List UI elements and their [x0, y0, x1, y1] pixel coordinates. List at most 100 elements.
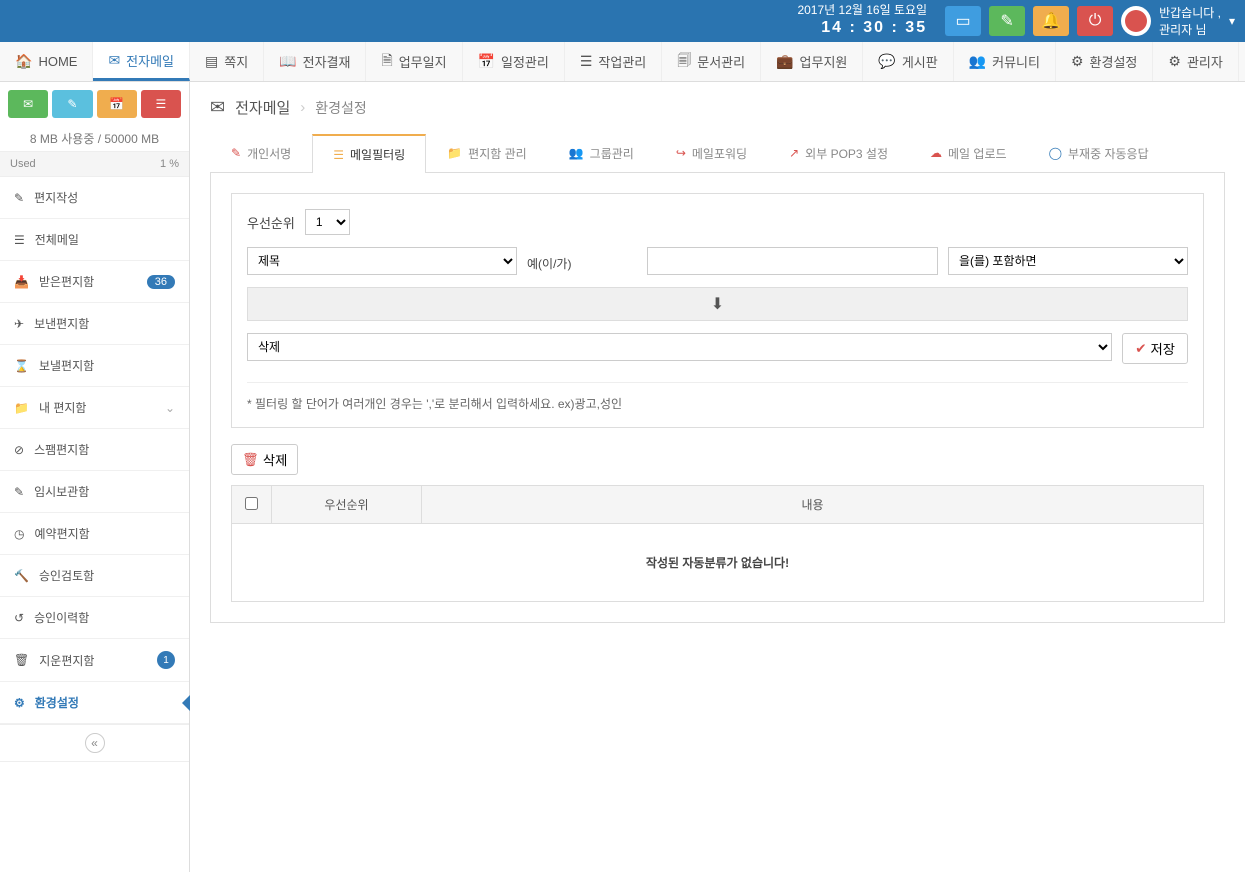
sidebar-collapse: « — [0, 724, 189, 762]
group-icon: 👥 — [569, 146, 584, 160]
breadcrumb: ✉ 전자메일 › 환경설정 — [210, 97, 1225, 118]
nav-community[interactable]: 👥커뮤니티 — [954, 42, 1056, 81]
tab-signature[interactable]: ✎개인서명 — [210, 133, 312, 172]
crumb-sub: 환경설정 — [315, 98, 367, 118]
nav-task[interactable]: ☰작업관리 — [565, 42, 662, 81]
sb-approval-history[interactable]: ↺승인이력함 — [0, 597, 189, 639]
trash-badge: 1 — [157, 651, 175, 669]
sb-reserved[interactable]: ◷예약편지함 — [0, 513, 189, 555]
tab-filter[interactable]: ☰메일필터링 — [312, 134, 426, 173]
sb-trash[interactable]: 🗑지운편지함1 — [0, 639, 189, 682]
id-card-button[interactable]: ▭ — [945, 6, 981, 36]
top-nav: 🏠HOME ✉전자메일 ▤쪽지 📖전자결재 🗎업무일지 📅일정관리 ☰작업관리 … — [0, 42, 1245, 82]
users-icon: 👥 — [969, 53, 986, 70]
cloud-icon: ☁ — [930, 146, 942, 160]
stack-icon: ☰ — [14, 233, 25, 247]
sb-spam[interactable]: ⊘스팸편지함 — [0, 429, 189, 471]
keyword-input[interactable] — [647, 247, 938, 275]
filter-icon: ☰ — [333, 148, 344, 162]
docs-icon: 🗐 — [677, 50, 691, 74]
doc-icon: 🗎 — [381, 50, 392, 74]
nav-board[interactable]: 💬게시판 — [863, 42, 953, 81]
nav-admin[interactable]: ⚙관리자 — [1153, 42, 1238, 81]
inbox-icon: 📥 — [14, 275, 29, 289]
arrow-down-bar: ⬇ — [247, 287, 1188, 321]
nav-worklog[interactable]: 🗎업무일지 — [366, 42, 462, 81]
nav-email[interactable]: ✉전자메일 — [93, 42, 190, 81]
gavel-icon: 🔨 — [14, 569, 29, 583]
tab-group[interactable]: 👥그룹관리 — [548, 133, 655, 172]
header-bar: 2017년 12월 16일 토요일 14 : 30 : 35 ▭ ✎ 🔔 ⏻ 반… — [0, 0, 1245, 42]
main-content: ✉ 전자메일 › 환경설정 ✎개인서명 ☰메일필터링 📁편지함 관리 👥그룹관리… — [190, 82, 1245, 872]
sidebar-actions: ✉ ✎ 📅 ☰ — [0, 82, 189, 126]
bell-button[interactable]: 🔔 — [1033, 6, 1069, 36]
nav-settings[interactable]: ⚙환경설정 — [1056, 42, 1153, 81]
select-all-checkbox[interactable] — [245, 497, 258, 510]
header-time: 14 : 30 : 35 — [797, 18, 927, 39]
tab-mailbox[interactable]: 📁편지함 관리 — [426, 133, 548, 172]
user-dropdown[interactable]: 반갑습니다 , 관리자 님 ▾ — [1121, 4, 1235, 38]
nav-home[interactable]: 🏠HOME — [0, 42, 93, 81]
nav-document[interactable]: 🗐문서관리 — [662, 42, 761, 81]
sb-approval-review[interactable]: 🔨승인검토함 — [0, 555, 189, 597]
sb-sent[interactable]: ✈보낸편지함 — [0, 303, 189, 345]
draft-icon: ✎ — [14, 485, 24, 499]
sidebar-menu: ✎편지작성 ☰전체메일 📥받은편지함36 ✈보낸편지함 ⌛보낼편지함 📁내 편지… — [0, 177, 189, 724]
briefcase-icon: 💼 — [776, 53, 793, 70]
compose-button[interactable]: ✉ — [8, 90, 48, 118]
collapse-button[interactable]: « — [85, 733, 105, 753]
priority-label: 우선순위 — [247, 213, 295, 232]
edit-button[interactable]: ✎ — [989, 6, 1025, 36]
sb-mymail[interactable]: 📁내 편지함⌄ — [0, 387, 189, 429]
tab-away[interactable]: ◯부재중 자동응답 — [1028, 133, 1170, 172]
sb-outbox[interactable]: ⌛보낼편지함 — [0, 345, 189, 387]
priority-select[interactable]: 1 — [305, 209, 350, 235]
filter-table: 우선순위 내용 작성된 자동분류가 없습니다! — [231, 485, 1204, 602]
filter-note: * 필터링 할 단어가 여러개인 경우는 ','로 분리해서 입력하세요. ex… — [247, 382, 1188, 412]
calendar-button[interactable]: 📅 — [97, 90, 137, 118]
external-icon: ↗ — [789, 146, 799, 160]
sidebar: ✉ ✎ 📅 ☰ 8 MB 사용중 / 50000 MB Used 1 % ✎편지… — [0, 82, 190, 872]
tab-upload[interactable]: ☁메일 업로드 — [909, 133, 1028, 172]
delete-button[interactable]: 🗑 삭제 — [231, 444, 298, 475]
send-icon: ✈ — [14, 317, 24, 331]
save-button[interactable]: ✔ 저장 — [1122, 333, 1188, 364]
usage-bar: Used 1 % — [0, 152, 189, 177]
inbox-badge: 36 — [147, 275, 175, 289]
mail-large-icon: ✉ — [210, 97, 225, 118]
action-row: 삭제 ✔ 저장 — [247, 333, 1188, 364]
edit-mail-button[interactable]: ✎ — [52, 90, 92, 118]
edit-icon: ✎ — [231, 146, 241, 160]
storage-button[interactable]: ☰ — [141, 90, 181, 118]
th-content: 내용 — [422, 486, 1204, 524]
user-greeting: 반갑습니다 , 관리자 님 — [1159, 4, 1221, 38]
sb-settings[interactable]: ⚙환경설정 — [0, 682, 189, 724]
cog-icon: ⚙ — [1168, 53, 1181, 70]
mail-icon: ✉ — [108, 52, 120, 69]
nav-approval[interactable]: 📖전자결재 — [264, 42, 366, 81]
nav-message[interactable]: ▤쪽지 — [190, 42, 264, 81]
compose-icon: ✎ — [14, 191, 24, 205]
action-select[interactable]: 삭제 — [247, 333, 1112, 361]
tab-forward[interactable]: ↪메일포워딩 — [655, 133, 768, 172]
nav-schedule[interactable]: 📅일정관리 — [463, 42, 565, 81]
tab-pop3[interactable]: ↗외부 POP3 설정 — [768, 133, 909, 172]
nav-support[interactable]: 💼업무지원 — [761, 42, 863, 81]
settings-tabs: ✎개인서명 ☰메일필터링 📁편지함 관리 👥그룹관리 ↪메일포워딩 ↗외부 PO… — [210, 133, 1225, 173]
field-select[interactable]: 제목 — [247, 247, 517, 275]
clock-icon: ◷ — [14, 527, 24, 541]
trash-icon: 🗑 — [14, 653, 29, 667]
power-button[interactable]: ⏻ — [1077, 6, 1113, 36]
sb-inbox[interactable]: 📥받은편지함36 — [0, 261, 189, 303]
condition-row: 제목 예(이/가) 을(를) 포함하면 — [247, 247, 1188, 275]
sb-draft[interactable]: ✎임시보관함 — [0, 471, 189, 513]
sb-allmail[interactable]: ☰전체메일 — [0, 219, 189, 261]
chat-icon: 💬 — [878, 53, 895, 70]
avatar — [1121, 6, 1151, 36]
th-checkbox — [232, 486, 272, 524]
sb-compose[interactable]: ✎편지작성 — [0, 177, 189, 219]
home-icon: 🏠 — [15, 53, 32, 70]
match-select[interactable]: 을(를) 포함하면 — [948, 247, 1188, 275]
block-icon: ⊘ — [14, 443, 24, 457]
book-icon: 📖 — [279, 53, 296, 70]
